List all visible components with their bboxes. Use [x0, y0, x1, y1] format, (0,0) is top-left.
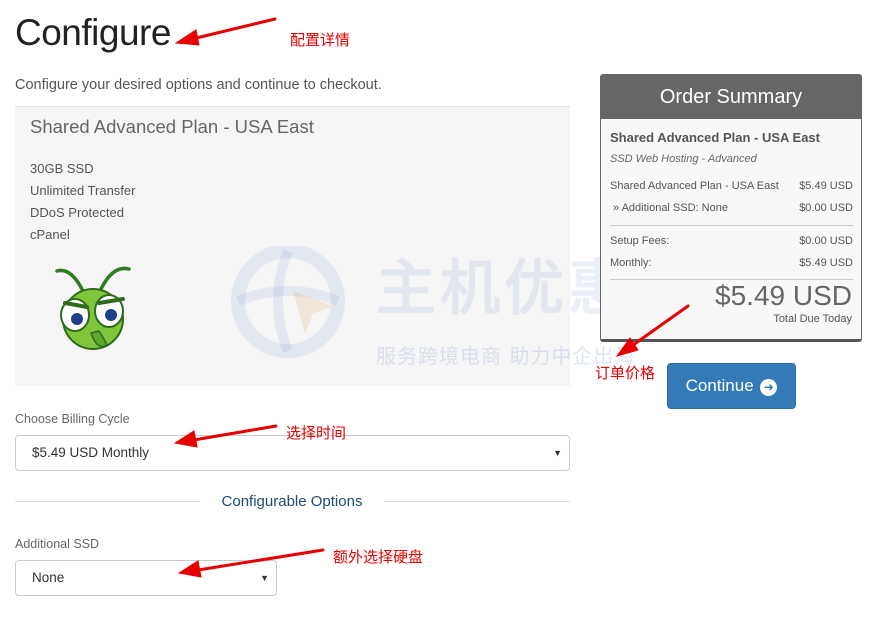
annotation-order-price: 订单价格: [595, 364, 656, 382]
summary-product-name: Shared Advanced Plan - USA East: [610, 130, 820, 145]
summary-product-group: SSD Web Hosting - Advanced: [610, 153, 757, 165]
additional-ssd-label: Additional SSD: [15, 537, 100, 551]
monthly-label: Monthly:: [610, 257, 652, 269]
section-divider: [384, 501, 570, 502]
mascot-logo-icon: [55, 266, 131, 350]
line-item-label: » Additional SSD: None: [613, 202, 728, 214]
annotation-select-time: 选择时间: [286, 424, 347, 442]
continue-button-label: Continue: [685, 376, 754, 395]
page-title: Configure: [15, 12, 171, 53]
dropdown-caret-icon: ▼: [553, 448, 562, 458]
monthly-amount: $5.49 USD: [799, 257, 853, 269]
summary-monthly: Monthly: $5.49 USD: [610, 257, 853, 269]
setup-fees-amount: $0.00 USD: [799, 235, 853, 247]
billing-cycle-label: Choose Billing Cycle: [15, 412, 130, 426]
summary-divider: [610, 225, 853, 226]
summary-setup-fees: Setup Fees: $0.00 USD: [610, 235, 853, 247]
feature-item: DDoS Protected: [30, 205, 124, 220]
annotation-config-details: 配置详情: [290, 31, 351, 49]
product-info-panel: Shared Advanced Plan - USA East 30GB SSD…: [15, 106, 570, 386]
total-due-label: Total Due Today: [773, 313, 852, 325]
additional-ssd-value: None: [32, 570, 65, 585]
configurable-options-heading: Configurable Options: [221, 493, 363, 510]
summary-line-item: » Additional SSD: None $0.00 USD: [610, 202, 853, 214]
line-item-label: Shared Advanced Plan - USA East: [610, 180, 779, 192]
product-features-list: 30GB SSD Unlimited Transfer DDoS Protect…: [30, 158, 135, 246]
section-divider: [15, 501, 200, 502]
dropdown-caret-icon: ▼: [260, 573, 269, 583]
order-summary-panel: Order Summary Shared Advanced Plan - USA…: [600, 74, 862, 342]
feature-item: cPanel: [30, 227, 70, 242]
annotation-extra-disk: 额外选择硬盘: [333, 548, 424, 566]
setup-fees-label: Setup Fees:: [610, 235, 670, 247]
continue-button[interactable]: Continue ➜: [667, 363, 796, 409]
order-summary-header: Order Summary: [601, 75, 861, 119]
page-subtitle: Configure your desired options and conti…: [15, 77, 382, 93]
summary-line-item: Shared Advanced Plan - USA East $5.49 US…: [610, 180, 853, 192]
additional-ssd-select[interactable]: None ▼: [15, 560, 277, 596]
feature-item: 30GB SSD: [30, 161, 94, 176]
product-name: Shared Advanced Plan - USA East: [30, 116, 314, 137]
line-item-amount: $5.49 USD: [799, 180, 853, 192]
arrow-circle-right-icon: ➜: [760, 379, 778, 396]
total-due-amount: $5.49 USD: [715, 280, 852, 311]
line-item-amount: $0.00 USD: [799, 202, 853, 214]
billing-cycle-value: $5.49 USD Monthly: [32, 445, 150, 460]
feature-item: Unlimited Transfer: [30, 183, 136, 198]
